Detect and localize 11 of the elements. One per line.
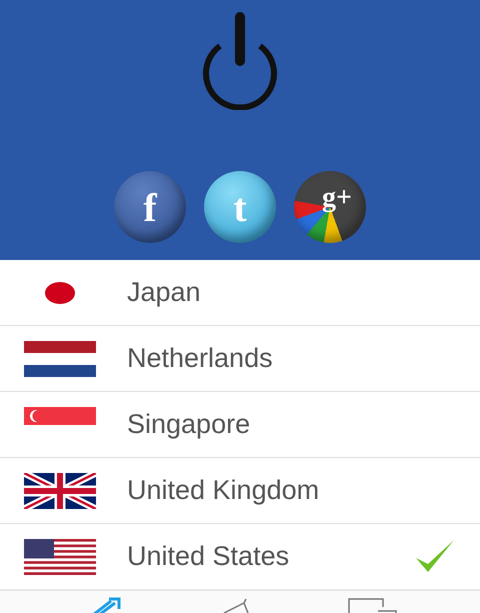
social-button[interactable]: f — [114, 171, 186, 243]
flag-icon — [24, 406, 96, 424]
country-name: United States — [127, 541, 290, 572]
country-name: Singapore — [127, 409, 252, 440]
country-name: United Kingdom — [127, 475, 320, 506]
country-name: Netherlands — [127, 343, 274, 374]
flag-icon — [24, 340, 96, 376]
country-name: Japan — [127, 277, 202, 308]
flag-icon — [24, 472, 96, 508]
social-button[interactable]: g+ — [294, 171, 366, 243]
flag-icon — [24, 538, 96, 574]
